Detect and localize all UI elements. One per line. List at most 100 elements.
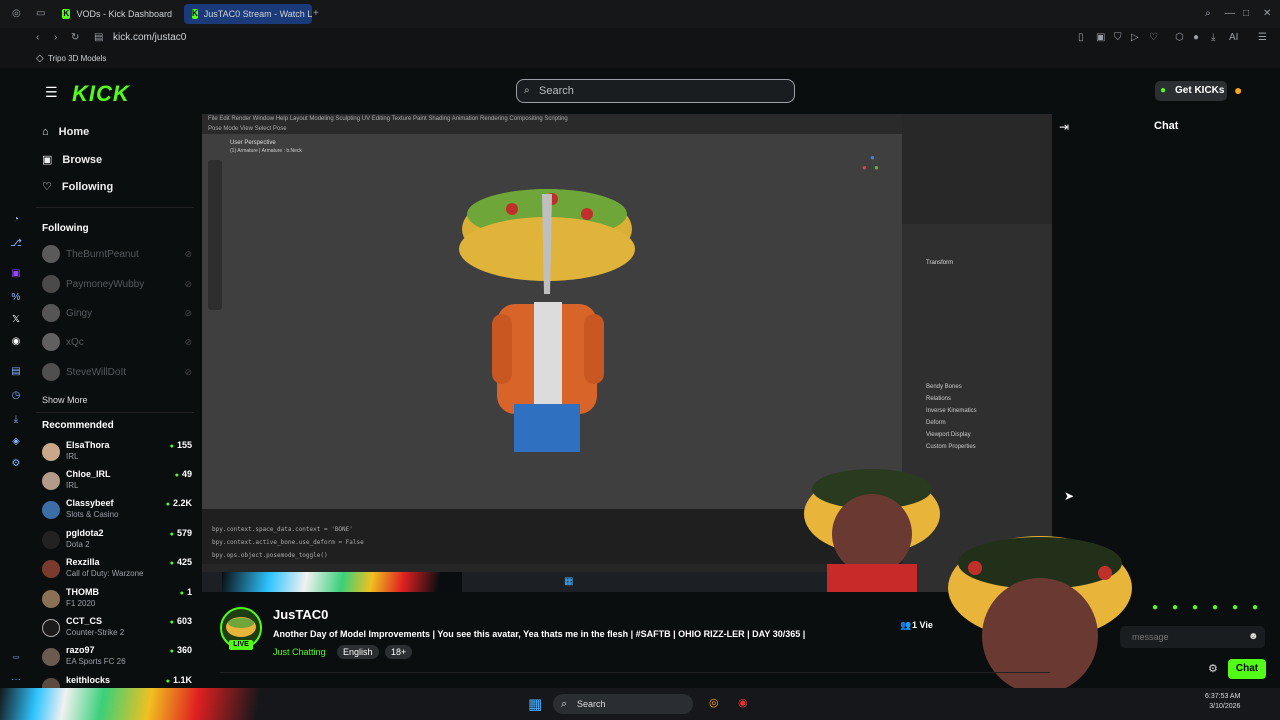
minimize-icon[interactable]: — xyxy=(1225,8,1235,19)
blender-toolbar[interactable] xyxy=(208,160,222,310)
obs-taskbar-icon[interactable]: ◉ xyxy=(738,696,748,709)
more-icon[interactable]: ··· xyxy=(10,674,22,686)
panel-relations[interactable]: Relations xyxy=(926,396,951,402)
sidepanel-icon-3[interactable]: % xyxy=(10,292,22,304)
download-icon[interactable]: ⤓ xyxy=(1211,32,1215,43)
emote-row[interactable]: ● ● ● ● ● ● xyxy=(1140,602,1265,616)
outliner[interactable] xyxy=(902,114,1052,224)
sidepanel-icon-4[interactable]: ▤ xyxy=(10,366,22,378)
browser-menu-icon[interactable]: ◎ xyxy=(12,8,21,19)
sidepanel-icon-5[interactable]: ◈ xyxy=(10,436,22,448)
channel-name: Gingy xyxy=(66,307,93,319)
emote-icon[interactable]: ● xyxy=(1192,602,1198,613)
emote-icon[interactable]: ● xyxy=(1252,602,1258,613)
play-icon[interactable]: ▷ xyxy=(1131,32,1139,43)
recommended-item[interactable]: Classybeef Slots & Casino 2.2K xyxy=(42,498,192,522)
nav-browse[interactable]: ▣ Browse xyxy=(42,153,102,167)
following-item[interactable]: Gingy ⊘ xyxy=(42,304,192,322)
browser-tab-bar: ◎ ▭ K VODs - Kick Dashboard K JusTAC0 St… xyxy=(0,0,1280,28)
new-tab-icon[interactable]: + xyxy=(313,8,319,19)
downloads-icon[interactable]: ⤓ xyxy=(10,414,22,426)
taskbar-search[interactable]: ⌕ Search xyxy=(553,694,693,714)
discord-icon[interactable]: ◉ xyxy=(10,336,22,348)
tag-age[interactable]: 18+ xyxy=(385,645,413,659)
nav-home[interactable]: ⌂ Home xyxy=(42,126,89,138)
menu-icon[interactable]: ☰ xyxy=(1258,32,1267,43)
recommended-item[interactable]: THOMB F1 2020 1 xyxy=(42,587,192,611)
navigation-gizmo[interactable]: ● ● ● xyxy=(862,153,882,179)
following-item[interactable]: xQc ⊘ xyxy=(42,333,192,351)
system-clock[interactable]: 6:37:53 AM 3/10/2026 xyxy=(1205,692,1240,712)
tag-language[interactable]: English xyxy=(337,645,379,659)
following-item[interactable]: PaymoneyWubby ⊘ xyxy=(42,275,192,293)
recommended-item[interactable]: Chloe_IRL IRL 49 xyxy=(42,469,192,493)
panel-custom-properties[interactable]: Custom Properties xyxy=(926,444,976,450)
panel-viewport-display[interactable]: Viewport Display xyxy=(926,432,971,438)
emote-icon[interactable]: ● xyxy=(1232,602,1238,613)
site-info-icon[interactable]: ▤ xyxy=(94,32,103,43)
panel-deform[interactable]: Deform xyxy=(926,420,946,426)
shield-icon[interactable]: ⛉ xyxy=(1114,32,1122,43)
tab-justaco[interactable]: K JusTAC0 Stream - Watch L xyxy=(184,4,312,24)
hamburger-menu-icon[interactable]: ☰ xyxy=(45,84,58,101)
get-kicks-button[interactable]: ● Get KICKs xyxy=(1155,81,1227,101)
bookmark-tripo[interactable]: Tripo 3D Models xyxy=(48,54,106,63)
url-field[interactable]: kick.com/justac0 xyxy=(113,32,186,43)
history-icon[interactable]: ◷ xyxy=(10,390,22,402)
screenshot-icon[interactable]: ▣ xyxy=(1096,32,1105,43)
z-axis-icon: ● xyxy=(870,153,875,162)
emoji-icon[interactable]: ☻ xyxy=(1248,626,1259,648)
recommended-item[interactable]: ElsaThora IRL 155 xyxy=(42,440,192,464)
avatar-extension-icon[interactable]: ● xyxy=(1193,32,1199,43)
sidepanel-icon-6[interactable]: ▭ xyxy=(10,652,22,664)
ai-icon[interactable]: AI xyxy=(1229,32,1238,43)
twitch-icon[interactable]: ▣ xyxy=(10,268,22,280)
reload-icon[interactable]: ↻ xyxy=(71,32,79,43)
x-axis-icon: ● xyxy=(862,163,867,172)
panel-bendy-bones[interactable]: Bendy Bones xyxy=(926,384,962,390)
nav-following[interactable]: ♡ Following xyxy=(42,180,113,194)
blender-viewport[interactable]: User Perspective (1) Armature | Armature… xyxy=(202,134,902,524)
panel-transform[interactable]: Transform xyxy=(926,260,953,266)
maximize-icon[interactable]: □ xyxy=(1243,8,1249,19)
settings-icon[interactable]: ⚙ xyxy=(10,458,22,470)
sidepanel-icon-2[interactable]: ⎇ xyxy=(10,238,22,250)
channel-category: IRL xyxy=(66,452,79,461)
show-more-link[interactable]: Show More xyxy=(42,395,88,405)
stream-category[interactable]: Just Chatting xyxy=(273,647,326,657)
sidepanel-icon-1[interactable]: ◔ xyxy=(10,214,22,226)
following-item[interactable]: TheBurntPeanut ⊘ xyxy=(42,245,192,263)
recommended-item[interactable]: pgldota2 Dota 2 579 xyxy=(42,528,192,552)
tab-overview-icon[interactable]: ▭ xyxy=(36,8,45,19)
blender-taskbar-icon[interactable]: ◎ xyxy=(709,696,719,709)
extensions-icon[interactable]: ⬡ xyxy=(1175,32,1184,43)
user-avatar[interactable]: ● xyxy=(1234,82,1242,98)
panel-ik[interactable]: Inverse Kinematics xyxy=(926,408,977,414)
recommended-item[interactable]: razo97 EA Sports FC 26 360 xyxy=(42,645,192,669)
recommended-item[interactable]: CCT_CS Counter-Strike 2 603 xyxy=(42,616,192,640)
video-player[interactable]: File Edit Render Window Help Layout Mode… xyxy=(202,114,1052,592)
emote-icon[interactable]: ● xyxy=(1152,602,1158,613)
kick-logo[interactable]: KICK xyxy=(72,81,130,107)
emote-icon[interactable]: ● xyxy=(1212,602,1218,613)
chat-input[interactable]: message ☻ xyxy=(1120,626,1265,648)
heart-icon[interactable]: ♡ xyxy=(1149,32,1158,43)
following-item[interactable]: SteveWillDoIt ⊘ xyxy=(42,363,192,381)
chat-settings-icon[interactable]: ⚙ xyxy=(1208,662,1218,675)
x-icon[interactable]: 𝕏 xyxy=(10,314,22,326)
recommended-item[interactable]: Rexzilla Call of Duty: Warzone 425 xyxy=(42,557,192,581)
avatar xyxy=(42,648,60,666)
search-tabs-icon[interactable]: ⌕ xyxy=(1205,8,1211,19)
tab-vods[interactable]: K VODs - Kick Dashboard xyxy=(54,4,180,24)
close-window-icon[interactable]: ✕ xyxy=(1263,8,1271,19)
extension-icon[interactable]: ▯ xyxy=(1078,32,1084,43)
emote-icon[interactable]: ● xyxy=(1172,602,1178,613)
recommended-item[interactable]: keithlocks 1.1K xyxy=(42,675,192,688)
streamer-name[interactable]: JusTAC0 xyxy=(273,607,328,622)
windows-start-icon[interactable]: ▦ xyxy=(528,695,542,713)
search-input[interactable]: ⌕ Search xyxy=(516,79,795,103)
chat-send-button[interactable]: Chat xyxy=(1228,659,1266,679)
back-icon[interactable]: ‹ xyxy=(36,32,39,43)
collapse-chat-icon[interactable]: ⇥ xyxy=(1059,120,1069,134)
forward-icon[interactable]: › xyxy=(54,32,57,43)
